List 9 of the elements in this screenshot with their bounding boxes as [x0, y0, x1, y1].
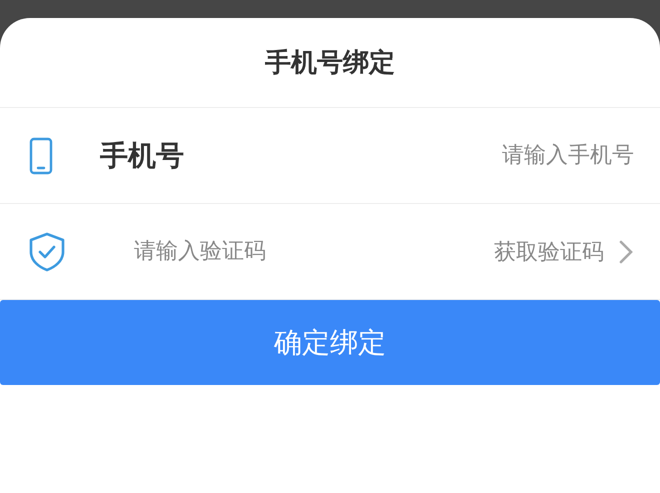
phone-label: 手机号	[100, 138, 184, 174]
code-input-field[interactable]: 请输入验证码	[134, 239, 494, 264]
chevron-right-icon	[618, 238, 634, 264]
sheet-title: 手机号绑定	[0, 18, 660, 108]
get-code-button[interactable]: 获取验证码	[494, 236, 604, 266]
phone-input-field[interactable]: 请输入手机号	[184, 143, 634, 168]
submit-button[interactable]: 确定绑定	[0, 300, 660, 385]
phone-icon	[28, 136, 54, 174]
shield-check-icon	[28, 232, 66, 272]
